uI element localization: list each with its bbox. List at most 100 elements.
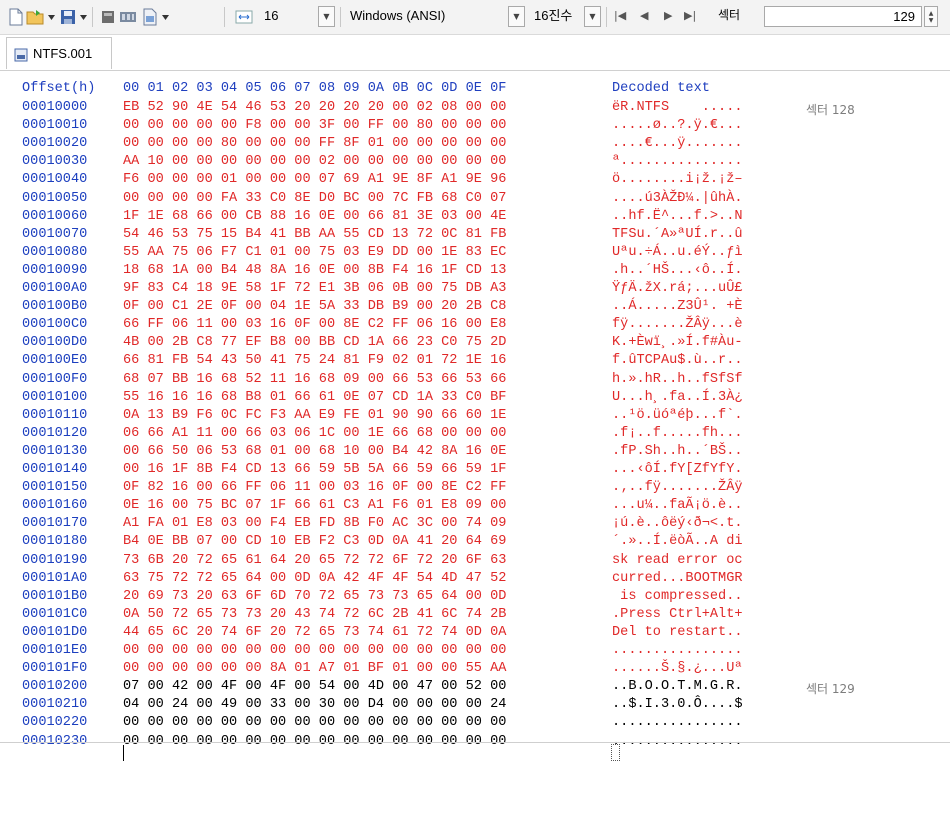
row-bytes[interactable]: 00 00 00 00 00 00 00 00 00 00 00 00 00 0… xyxy=(123,734,506,749)
hex-row[interactable]: 000101E0 00 00 00 00 00 00 00 00 00 00 00… xyxy=(0,643,950,661)
hex-row[interactable]: 00010170 A1 FA 01 E8 03 00 F4 EB FD 8B F0… xyxy=(0,516,950,534)
row-bytes[interactable]: 4B 00 2B C8 77 EF B8 00 BB CD 1A 66 23 C… xyxy=(123,335,506,350)
hex-row[interactable]: 00010070 54 46 53 75 15 B4 41 BB AA 55 CD… xyxy=(0,227,950,245)
hex-row[interactable]: 000100B0 0F 00 C1 2E 0F 00 04 1E 5A 33 DB… xyxy=(0,299,950,317)
hex-row[interactable]: 00010120 06 66 A1 11 00 66 03 06 1C 00 1E… xyxy=(0,426,950,444)
hex-row[interactable]: 000101C0 0A 50 72 65 73 73 20 43 74 72 6C… xyxy=(0,607,950,625)
column-width-icon[interactable] xyxy=(234,7,254,27)
bytes-per-row-value[interactable]: 16 xyxy=(260,6,314,27)
hex-row[interactable]: 00010090 18 68 1A 00 B4 48 8A 16 0E 00 8B… xyxy=(0,263,950,281)
hex-row[interactable]: 000101D0 44 65 6C 20 74 6F 20 72 65 73 74… xyxy=(0,625,950,643)
save-icon[interactable] xyxy=(58,7,78,27)
row-decoded-text[interactable]: ö........i¡ž.¡ž– xyxy=(612,172,743,187)
previous-sector-icon[interactable]: ◀ xyxy=(640,9,648,22)
hex-view[interactable]: Offset(h) 00 01 02 03 04 05 06 07 08 09 … xyxy=(0,70,950,828)
row-decoded-text[interactable]: ...u¼..faÃ¡ö.è.. xyxy=(612,498,743,513)
encoding-select[interactable]: Windows (ANSI) xyxy=(346,6,506,27)
row-bytes[interactable]: F6 00 00 00 01 00 00 00 07 69 A1 9E 8F A… xyxy=(123,172,506,187)
hex-row[interactable]: 00010020 00 00 00 00 80 00 00 00 FF 8F 01… xyxy=(0,136,950,154)
row-bytes[interactable]: 00 16 1F 8B F4 CD 13 66 59 5B 5A 66 59 6… xyxy=(123,462,506,477)
row-bytes[interactable]: EB 52 90 4E 54 46 53 20 20 20 20 00 02 0… xyxy=(123,100,506,115)
hex-row[interactable]: 00010200 07 00 42 00 4F 00 4F 00 54 00 4D… xyxy=(0,679,950,697)
row-bytes[interactable]: 73 6B 20 72 65 61 64 20 65 72 72 6F 72 2… xyxy=(123,553,506,568)
hex-row[interactable]: 00010110 0A 13 B9 F6 0C FC F3 AA E9 FE 01… xyxy=(0,408,950,426)
hex-row[interactable]: 00010100 55 16 16 16 68 B8 01 66 61 0E 07… xyxy=(0,390,950,408)
row-decoded-text[interactable]: ..$.I.3.0.Ô....$ xyxy=(612,697,743,712)
row-bytes[interactable]: 18 68 1A 00 B4 48 8A 16 0E 00 8B F4 16 1… xyxy=(123,263,506,278)
hex-row[interactable]: 00010210 04 00 24 00 49 00 33 00 30 00 D4… xyxy=(0,697,950,715)
row-decoded-text[interactable]: ª............... xyxy=(612,154,743,169)
save-dropdown-icon[interactable] xyxy=(78,7,88,27)
hex-row[interactable]: 00010000 EB 52 90 4E 54 46 53 20 20 20 20… xyxy=(0,100,950,118)
row-decoded-text[interactable]: .fP.Sh..h..´BŠ.. xyxy=(612,444,743,459)
open-folder-icon[interactable] xyxy=(26,7,46,27)
row-bytes[interactable]: 0E 16 00 75 BC 07 1F 66 61 C3 A1 F6 01 E… xyxy=(123,498,506,513)
row-decoded-text[interactable]: .f¡..f.....fh... xyxy=(612,426,743,441)
row-decoded-text[interactable]: ¡ú.è..ôëý‹ð¬<.t. xyxy=(612,516,743,531)
hex-row[interactable]: 000101B0 20 69 73 20 63 6F 6D 70 72 65 73… xyxy=(0,589,950,607)
row-decoded-text[interactable]: ................ xyxy=(612,643,743,658)
row-decoded-text[interactable]: sk read error oc xyxy=(612,553,743,568)
row-bytes[interactable]: 00 00 00 00 80 00 00 00 FF 8F 01 00 00 0… xyxy=(123,136,506,151)
row-decoded-text[interactable]: .Press Ctrl+Alt+ xyxy=(612,607,743,622)
row-decoded-text[interactable]: is compressed.. xyxy=(612,589,742,604)
row-decoded-text[interactable]: ...‹ôÍ.fY[ZfYfY. xyxy=(612,462,743,477)
row-decoded-text[interactable]: h.».hR..h..fSfSf xyxy=(612,372,743,387)
image-file-icon[interactable] xyxy=(140,7,160,27)
offset-radix-dropdown[interactable]: ▼ xyxy=(584,6,601,27)
hex-row[interactable]: 00010080 55 AA 75 06 F7 C1 01 00 75 03 E9… xyxy=(0,245,950,263)
last-sector-icon[interactable]: ▶| xyxy=(684,9,696,22)
hex-row[interactable]: 00010190 73 6B 20 72 65 61 64 20 65 72 72… xyxy=(0,553,950,571)
sector-spinner[interactable]: ▲ ▼ xyxy=(924,6,938,27)
row-bytes[interactable]: 0F 82 16 00 66 FF 06 11 00 03 16 0F 00 8… xyxy=(123,480,506,495)
hex-row[interactable]: 000100E0 66 81 FB 54 43 50 41 75 24 81 F9… xyxy=(0,353,950,371)
hex-row[interactable]: 00010060 1F 1E 68 66 00 CB 88 16 0E 00 66… xyxy=(0,209,950,227)
row-bytes[interactable]: 06 66 A1 11 00 66 03 06 1C 00 1E 66 68 0… xyxy=(123,426,506,441)
row-bytes[interactable]: 63 75 72 72 65 64 00 0D 0A 42 4F 4F 54 4… xyxy=(123,571,506,586)
row-bytes[interactable]: 0A 13 B9 F6 0C FC F3 AA E9 FE 01 90 90 6… xyxy=(123,408,506,423)
hex-row[interactable]: 00010140 00 16 1F 8B F4 CD 13 66 59 5B 5A… xyxy=(0,462,950,480)
sector-number-input[interactable]: 129 xyxy=(764,6,922,27)
hex-row[interactable]: 00010160 0E 16 00 75 BC 07 1F 66 61 C3 A1… xyxy=(0,498,950,516)
row-bytes[interactable]: 44 65 6C 20 74 6F 20 72 65 73 74 61 72 7… xyxy=(123,625,506,640)
hex-row[interactable]: 00010150 0F 82 16 00 66 FF 06 11 00 03 16… xyxy=(0,480,950,498)
row-bytes[interactable]: 00 66 50 06 53 68 01 00 68 10 00 B4 42 8… xyxy=(123,444,506,459)
new-file-icon[interactable] xyxy=(6,7,26,27)
row-decoded-text[interactable]: ....€...ÿ....... xyxy=(612,136,743,151)
hex-row[interactable]: 00010220 00 00 00 00 00 00 00 00 00 00 00… xyxy=(0,715,950,733)
row-decoded-text[interactable]: fÿ.......ŽÂÿ...è xyxy=(612,317,743,332)
row-decoded-text[interactable]: ëR.NTFS ..... xyxy=(612,100,743,115)
row-bytes[interactable]: 68 07 BB 16 68 52 11 16 68 09 00 66 53 6… xyxy=(123,372,506,387)
row-bytes[interactable]: 55 16 16 16 68 B8 01 66 61 0E 07 CD 1A 3… xyxy=(123,390,506,405)
hex-row[interactable]: 000101F0 00 00 00 00 00 00 8A 01 A7 01 BF… xyxy=(0,661,950,679)
tab-ntfs-001[interactable]: NTFS.001 xyxy=(6,37,112,69)
row-bytes[interactable]: A1 FA 01 E8 03 00 F4 EB FD 8B F0 AC 3C 0… xyxy=(123,516,506,531)
row-bytes[interactable]: 00 00 00 00 FA 33 C0 8E D0 BC 00 7C FB 6… xyxy=(123,191,506,206)
row-decoded-text[interactable]: ....ú3ÀŽÐ¼.|ûhÀ. xyxy=(612,191,743,206)
ram-icon[interactable] xyxy=(118,7,138,27)
row-decoded-text[interactable]: ..¹ö.üóªéþ...f`. xyxy=(612,408,743,423)
row-bytes[interactable]: AA 10 00 00 00 00 00 00 02 00 00 00 00 0… xyxy=(123,154,506,169)
row-decoded-text[interactable]: ..Á.....Z3Û¹. +È xyxy=(612,299,743,314)
row-bytes[interactable]: 9F 83 C4 18 9E 58 1F 72 E1 3B 06 0B 00 7… xyxy=(123,281,506,296)
encoding-dropdown[interactable]: ▼ xyxy=(508,6,525,27)
row-bytes[interactable]: 0A 50 72 65 73 73 20 43 74 72 6C 2B 41 6… xyxy=(123,607,506,622)
row-decoded-text[interactable]: ŸƒÄ.žX.rá;...uÛ£ xyxy=(612,281,743,296)
hex-row[interactable]: 00010040 F6 00 00 00 01 00 00 00 07 69 A1… xyxy=(0,172,950,190)
row-decoded-text[interactable]: K.+Èwï¸.»Í.f#Àu- xyxy=(612,335,743,350)
row-decoded-text[interactable]: ´.»..Í.ëòÃ..A di xyxy=(612,534,743,549)
row-decoded-text[interactable]: ................ xyxy=(612,734,743,749)
hex-row[interactable]: 00010050 00 00 00 00 FA 33 C0 8E D0 BC 00… xyxy=(0,191,950,209)
row-bytes[interactable]: 54 46 53 75 15 B4 41 BB AA 55 CD 13 72 0… xyxy=(123,227,506,242)
hex-row[interactable]: 00010010 00 00 00 00 00 F8 00 00 3F 00 FF… xyxy=(0,118,950,136)
hex-row[interactable]: 000100D0 4B 00 2B C8 77 EF B8 00 BB CD 1A… xyxy=(0,335,950,353)
row-bytes[interactable]: 00 00 00 00 00 00 00 00 00 00 00 00 00 0… xyxy=(123,643,506,658)
row-decoded-text[interactable]: curred...BOOTMGR xyxy=(612,571,743,586)
hex-row[interactable]: 000100F0 68 07 BB 16 68 52 11 16 68 09 00… xyxy=(0,372,950,390)
row-decoded-text[interactable]: TFSu.´A»ªUÍ.r..û xyxy=(612,227,743,242)
hex-row[interactable]: 00010130 00 66 50 06 53 68 01 00 68 10 00… xyxy=(0,444,950,462)
row-decoded-text[interactable]: .h..´HŠ...‹ô..Í. xyxy=(612,263,743,278)
row-bytes[interactable]: 20 69 73 20 63 6F 6D 70 72 65 73 73 65 6… xyxy=(123,589,506,604)
row-decoded-text[interactable]: .....ø..?.ÿ.€... xyxy=(612,118,743,133)
hex-row[interactable]: 000101A0 63 75 72 72 65 64 00 0D 0A 42 4F… xyxy=(0,571,950,589)
